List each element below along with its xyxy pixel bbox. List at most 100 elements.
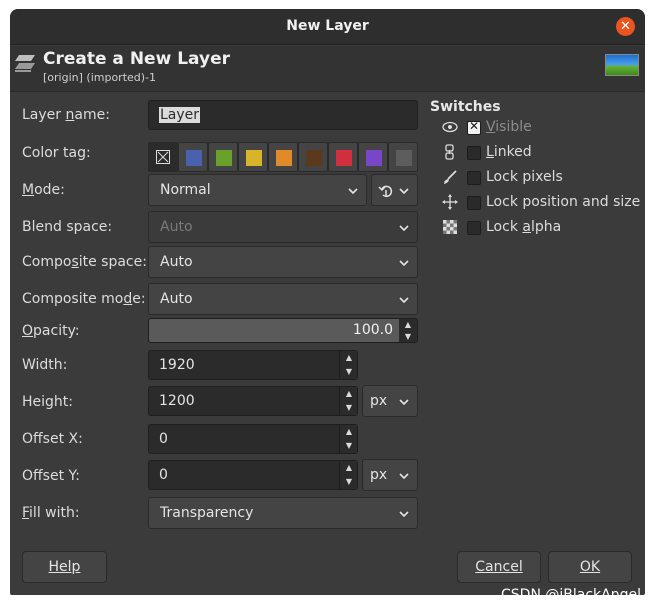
dialog-header: Create a New Layer [origin] (imported)-1 [10,46,645,92]
chevron-down-icon [399,297,409,304]
offset-unit-value: px [370,467,388,483]
color-tag-chip [246,150,262,166]
color-tag-chip [276,150,292,166]
eye-icon [441,119,459,137]
height-input[interactable]: 1200 ▲ ▼ [148,386,358,416]
offset-unit-dropdown[interactable]: px [362,459,418,491]
chevron-down-icon [399,399,409,406]
color-tag-none[interactable] [148,142,178,172]
color-tag-chip [336,150,352,166]
offset-y-label: Offset Y: [22,468,80,484]
width-up-arrow[interactable]: ▲ [340,351,358,365]
lock-pixels-checkbox[interactable] [467,171,481,185]
mode-group-dropdown[interactable] [371,174,418,206]
brush-icon [441,169,459,187]
height-down-arrow[interactable]: ▼ [340,401,358,415]
opacity-up-arrow[interactable]: ▲ [399,319,417,330]
linked-checkbox[interactable] [467,146,481,160]
opacity-slider[interactable]: 100.0 ▲ ▼ [148,318,418,343]
offset-x-input[interactable]: 0 ▲ ▼ [148,424,358,454]
linked-label: Linked [486,144,532,160]
visible-checkbox[interactable] [467,119,481,135]
width-input[interactable]: 1920 ▲ ▼ [148,350,358,380]
offset-y-input[interactable]: 0 ▲ ▼ [148,460,358,490]
opacity-value: 100.0 [352,322,393,338]
color-tag-chip [366,150,382,166]
height-up-arrow[interactable]: ▲ [340,387,358,401]
color-tag-swatch[interactable] [298,142,328,172]
composite-space-value: Auto [160,254,193,270]
chevron-down-icon [399,511,409,518]
lock-position-label: Lock position and size [486,194,641,210]
fill-with-dropdown[interactable]: Transparency [148,497,418,529]
fill-with-value: Transparency [160,505,254,521]
chevron-down-icon [399,188,409,195]
title-bar[interactable]: New Layer ✕ [10,9,645,45]
watermark: CSDN @iBlackAngel [501,587,641,603]
visible-label: Visible [486,119,532,135]
new-layer-dialog: New Layer ✕ Create a New Layer [origin] … [10,9,645,595]
offset-x-down-arrow[interactable]: ▼ [340,439,358,453]
lock-position-checkbox[interactable] [467,196,481,210]
composite-space-label: Composite space: [22,254,147,270]
no-color-icon [156,150,170,164]
blend-space-value: Auto [160,219,193,235]
color-tag-label: Color tag: [22,145,91,161]
color-tag-chip [396,150,412,166]
height-stepper[interactable]: ▲ ▼ [339,387,357,415]
color-tag-swatch[interactable] [328,142,358,172]
width-value: 1920 [159,357,195,373]
color-tag-chip [306,150,322,166]
color-tag-swatch[interactable] [178,142,208,172]
help-button[interactable]: Help [22,551,107,583]
checkerboard-icon [441,219,459,237]
chevron-down-icon [399,260,409,267]
width-label: Width: [22,357,68,373]
offset-y-value: 0 [159,467,168,483]
opacity-down-arrow[interactable]: ▼ [399,331,417,342]
color-tag-swatch[interactable] [358,142,388,172]
move-icon [441,194,459,212]
cancel-button[interactable]: Cancel [457,551,541,583]
mode-value: Normal [160,182,211,198]
layer-name-label: Layer name: [22,107,110,123]
composite-mode-label: Composite mode: [22,291,146,307]
window-title: New Layer [286,18,369,34]
ok-button[interactable]: OK [548,551,632,583]
chevron-down-icon [399,473,409,480]
chevron-down-icon [399,225,409,232]
composite-space-dropdown[interactable]: Auto [148,246,418,278]
width-stepper[interactable]: ▲ ▼ [339,351,357,379]
offset-x-up-arrow[interactable]: ▲ [340,425,358,439]
opacity-label: Opacity: [22,323,80,339]
switches-heading: Switches [430,99,501,115]
mode-dropdown[interactable]: Normal [148,174,367,206]
color-tag-swatch[interactable] [388,142,418,172]
lock-alpha-checkbox[interactable] [467,221,481,235]
offset-x-stepper[interactable]: ▲ ▼ [339,425,357,453]
offset-y-down-arrow[interactable]: ▼ [340,475,358,489]
image-thumbnail [605,54,639,76]
mode-label: Mode: [22,182,65,198]
layers-icon [15,55,35,72]
size-unit-value: px [370,393,388,409]
composite-mode-value: Auto [160,291,193,307]
composite-mode-dropdown[interactable]: Auto [148,283,418,315]
color-tag-swatch[interactable] [208,142,238,172]
lock-alpha-label: Lock alpha [486,219,562,235]
opacity-stepper[interactable]: ▲ ▼ [399,319,417,342]
ok-button-label: OK [579,559,601,575]
offset-x-value: 0 [159,431,168,447]
close-icon: ✕ [620,19,631,34]
size-unit-dropdown[interactable]: px [362,385,418,417]
offset-y-stepper[interactable]: ▲ ▼ [339,461,357,489]
offset-y-up-arrow[interactable]: ▲ [340,461,358,475]
width-down-arrow[interactable]: ▼ [340,365,358,379]
chain-icon [441,144,459,162]
close-button[interactable]: ✕ [616,17,635,36]
color-tag-chip [216,150,232,166]
chevron-down-icon [348,188,358,195]
color-tag-swatch[interactable] [268,142,298,172]
color-tag-swatch[interactable] [238,142,268,172]
layer-name-input[interactable]: Layer [148,100,418,130]
